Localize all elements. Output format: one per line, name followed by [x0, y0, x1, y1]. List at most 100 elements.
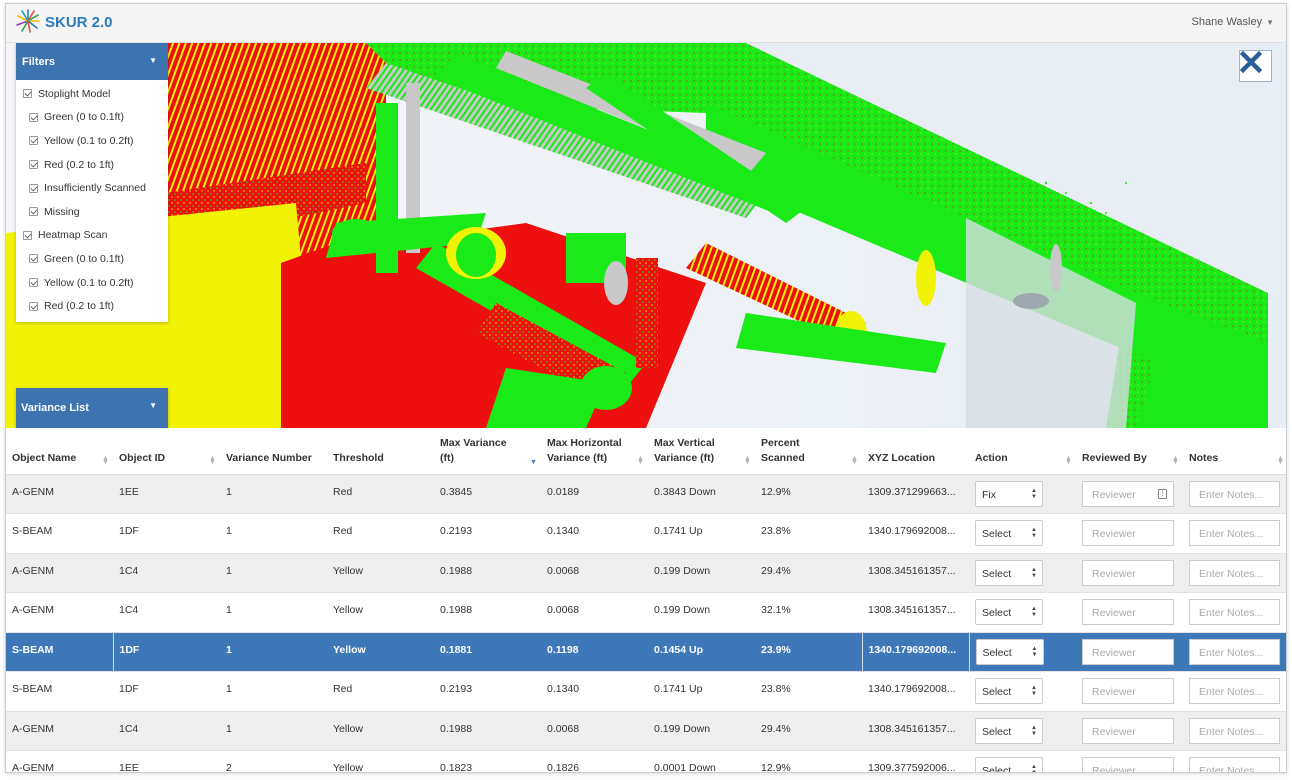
checkbox[interactable]: [29, 278, 38, 288]
action-select[interactable]: Select ▲ ▼: [975, 520, 1043, 546]
app-window: SKUR 2.0 Shane Wasley ▼ Filters ▼ Stopli…: [5, 3, 1287, 773]
sort-icon[interactable]: ▲ ▼: [209, 455, 216, 466]
action-select[interactable]: Select ▲ ▼: [975, 599, 1043, 625]
cell-reviewed-by: Reviewer: [1076, 750, 1183, 772]
column-header-object-id[interactable]: Object ID ▲ ▼: [113, 428, 220, 475]
action-select[interactable]: Select ▲ ▼: [975, 717, 1043, 744]
reviewer-input[interactable]: Reviewer: [1082, 678, 1174, 704]
notes-input[interactable]: Enter Notes...: [1189, 757, 1280, 772]
checkbox[interactable]: [23, 89, 32, 99]
filter-label: Yellow (0.1 to 0.2ft): [44, 134, 134, 147]
notes-input[interactable]: Enter Notes...: [1189, 678, 1280, 704]
column-header-xyz-location[interactable]: XYZ Location: [862, 428, 969, 475]
cell-variance-number: 1: [220, 474, 327, 514]
reviewer-input[interactable]: Reviewer: [1082, 638, 1174, 665]
sort-icon[interactable]: ▲ ▼: [851, 455, 858, 466]
notes-input[interactable]: Enter Notes...: [1189, 599, 1280, 625]
notes-input[interactable]: Enter Notes...: [1189, 638, 1280, 665]
sort-desc-icon[interactable]: ▼: [530, 459, 537, 466]
filter-item-missing[interactable]: Missing: [16, 200, 168, 224]
notes-input[interactable]: Enter Notes...: [1189, 480, 1280, 507]
table-row[interactable]: A-GENM 1C4 1 Yellow 0.1988 0.0068 0.199 Down 29…: [6, 711, 1286, 751]
sort-icon[interactable]: ▲ ▼: [1172, 455, 1179, 466]
checkbox[interactable]: [29, 254, 38, 264]
reviewer-input[interactable]: Reviewer: [1082, 717, 1174, 744]
filter-item-insufficiently-scanned[interactable]: Insufficiently Scanned: [16, 176, 168, 200]
table-row[interactable]: S-BEAM 1DF 1 Red 0.2193 0.1340 0.1741 Up 23.8% 1…: [6, 671, 1286, 712]
notes-input[interactable]: Enter Notes...: [1189, 717, 1280, 744]
cell-xyz: 1309.377592006...: [862, 750, 969, 772]
filter-item-stoplight-yellow[interactable]: Yellow (0.1 to 0.2ft): [16, 129, 168, 153]
filter-item-stoplight-red[interactable]: Red (0.2 to 1ft): [16, 153, 168, 177]
column-header-max-horizontal[interactable]: Max Horizontal Variance (ft) ▲ ▼: [541, 428, 648, 475]
action-select[interactable]: Select ▲ ▼: [975, 559, 1043, 586]
checkbox[interactable]: [29, 207, 38, 217]
sort-icon[interactable]: ▲ ▼: [744, 455, 751, 466]
column-header-label: Notes: [1189, 451, 1219, 464]
cell-max-vertical: 0.199 Down: [648, 553, 755, 593]
keyboard-icon[interactable]: ⋮: [1158, 488, 1167, 499]
table-row[interactable]: A-GENM 1C4 1 Yellow 0.1988 0.0068 0.199 Down 32…: [6, 592, 1286, 633]
reviewer-input[interactable]: Reviewer: [1082, 757, 1174, 772]
filter-label: Yellow (0.1 to 0.2ft): [44, 276, 134, 289]
cell-xyz: 1309.371299663...: [862, 474, 969, 514]
sort-icon[interactable]: ▲ ▼: [102, 455, 109, 466]
reviewer-input[interactable]: Reviewer: [1082, 599, 1174, 625]
filter-item-heatmap-yellow[interactable]: Yellow (0.1 to 0.2ft): [16, 271, 168, 295]
close-viewer-button[interactable]: [1239, 50, 1272, 82]
cell-max-horizontal: 0.0189: [541, 474, 648, 514]
model-viewport[interactable]: Filters ▼ Stoplight Model Green (0 to 0.…: [6, 43, 1287, 428]
cell-max-vertical: 0.199 Down: [648, 711, 755, 751]
checkbox[interactable]: [29, 112, 38, 122]
table-row[interactable]: S-BEAM 1DF 1 Red 0.2193 0.1340 0.1741 Up 23.8% 1…: [6, 513, 1286, 554]
table-row[interactable]: A-GENM 1EE 2 Yellow 0.1823 0.1826 0.0001 Down 1…: [6, 750, 1286, 772]
checkbox[interactable]: [29, 160, 38, 170]
notes-input[interactable]: Enter Notes...: [1189, 559, 1280, 586]
checkbox[interactable]: [29, 136, 38, 146]
sort-icon[interactable]: ▲ ▼: [1277, 455, 1284, 466]
filter-item-heatmap-scan[interactable]: Heatmap Scan: [16, 224, 168, 248]
cell-max-vertical: 0.1454 Up: [648, 632, 755, 672]
filter-item-heatmap-green[interactable]: Green (0 to 0.1ft): [16, 247, 168, 271]
checkbox[interactable]: [29, 301, 38, 311]
column-header-notes[interactable]: Notes ▲ ▼: [1183, 428, 1286, 475]
action-select[interactable]: Select ▲ ▼: [975, 638, 1044, 665]
column-header-action[interactable]: Action ▲ ▼: [969, 428, 1076, 475]
filters-panel-header[interactable]: Filters ▼: [16, 43, 168, 80]
filter-item-stoplight-model[interactable]: Stoplight Model: [16, 82, 168, 106]
filter-item-heatmap-red[interactable]: Red (0.2 to 1ft): [16, 294, 168, 318]
action-select[interactable]: Fix ▲ ▼: [975, 480, 1043, 507]
table-row[interactable]: A-GENM 1C4 1 Yellow 0.1988 0.0068 0.199 Down 29…: [6, 553, 1286, 593]
action-select[interactable]: Select ▲ ▼: [975, 678, 1043, 704]
checkbox[interactable]: [29, 183, 38, 193]
sort-icon[interactable]: ▲ ▼: [637, 455, 644, 466]
action-select-value: Fix: [982, 488, 996, 501]
table-row[interactable]: S-BEAM 1DF 1 Yellow 0.1881 0.1198 0.1454 Up 23.…: [6, 632, 1286, 672]
filters-panel: Filters ▼ Stoplight Model Green (0 to 0.…: [16, 43, 168, 322]
filter-item-stoplight-green[interactable]: Green (0 to 0.1ft): [16, 106, 168, 130]
column-header-max-vertical[interactable]: Max Vertical Variance (ft) ▲ ▼: [648, 428, 755, 475]
notes-input[interactable]: Enter Notes...: [1189, 520, 1280, 546]
action-select-value: Select: [982, 686, 1012, 698]
column-header-threshold[interactable]: Threshold: [327, 428, 434, 475]
checkbox[interactable]: [23, 230, 32, 240]
sort-icon[interactable]: ▲ ▼: [1065, 455, 1072, 466]
point-cloud-model[interactable]: [6, 43, 1287, 428]
reviewer-input[interactable]: Reviewer ⋮: [1082, 480, 1174, 507]
column-header-max-variance[interactable]: Max Variance (ft) ▼: [434, 428, 541, 475]
table-row[interactable]: A-GENM 1EE 1 Red 0.3845 0.0189 0.3843 Down 12.9…: [6, 474, 1286, 514]
column-header-reviewed-by[interactable]: Reviewed By ▲ ▼: [1076, 428, 1183, 475]
column-header-variance-number[interactable]: Variance Number: [220, 428, 327, 475]
reviewer-input[interactable]: Reviewer: [1082, 559, 1174, 586]
cell-max-vertical: 0.1741 Up: [648, 671, 755, 712]
column-header-object-name[interactable]: Object Name ▲ ▼: [6, 428, 113, 475]
column-header-percent-scanned[interactable]: Percent Scanned ▲ ▼: [755, 428, 862, 475]
cell-max-horizontal: 0.1198: [541, 632, 648, 672]
select-arrows-icon: ▲ ▼: [1031, 645, 1038, 658]
column-header-label: Object Name: [12, 451, 77, 464]
reviewer-input[interactable]: Reviewer: [1082, 520, 1174, 546]
variance-list-header[interactable]: Variance List ▼: [16, 388, 168, 428]
cell-object-id: 1EE: [113, 474, 220, 514]
user-menu[interactable]: Shane Wasley ▼: [1192, 16, 1274, 28]
action-select[interactable]: Select ▲ ▼: [975, 757, 1043, 772]
